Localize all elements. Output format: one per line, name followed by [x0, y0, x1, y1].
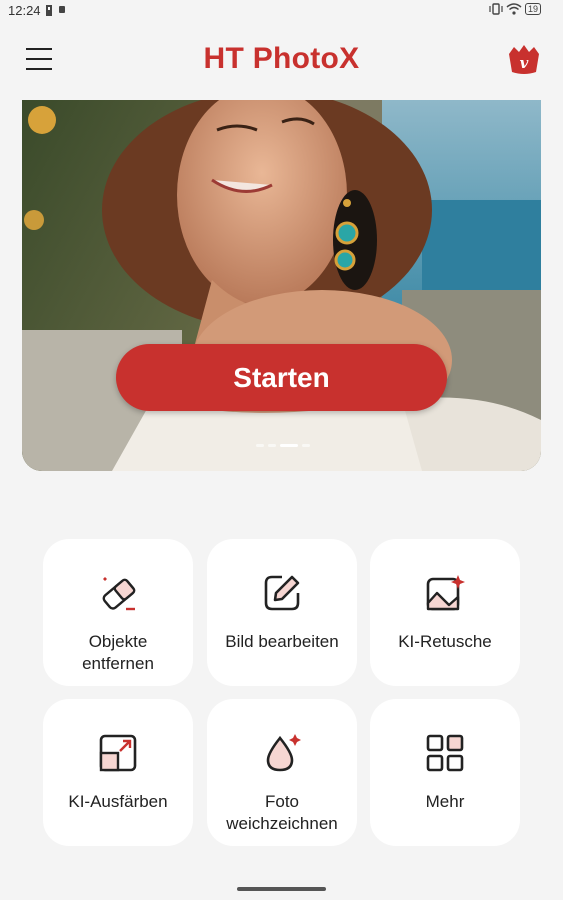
- vip-icon: v: [509, 45, 539, 74]
- status-bar: 12:24 19: [0, 0, 563, 22]
- tool-label: Mehr: [425, 792, 465, 811]
- tool-ai-retouch[interactable]: KI-Retusche: [370, 539, 520, 686]
- tool-label: Foto weichzeichnen: [226, 792, 338, 833]
- tool-ai-colorize[interactable]: KI-Ausfärben: [43, 699, 193, 846]
- tool-label: Objekte entfernen: [82, 632, 154, 673]
- status-right-icons: 19: [489, 3, 541, 16]
- tool-label: KI-Ausfärben: [68, 792, 168, 811]
- status-notification-icons: [46, 4, 68, 22]
- carousel-dot: [302, 444, 310, 447]
- hero-photo: [22, 100, 541, 471]
- start-button[interactable]: Starten: [116, 344, 447, 411]
- vibrate-icon: [489, 3, 503, 15]
- tool-edit-image[interactable]: Bild bearbeiten: [207, 539, 357, 686]
- app-title: HT PhotoX: [203, 42, 360, 75]
- edit-icon: [264, 575, 300, 611]
- hero-banner[interactable]: Starten: [22, 100, 541, 471]
- more-grid-icon: [426, 734, 464, 772]
- app-bar: HT PhotoX v: [0, 38, 563, 84]
- wifi-icon: [506, 3, 522, 15]
- retouch-icon: [426, 575, 465, 611]
- blur-drop-icon: [266, 734, 301, 772]
- status-time: 12:24: [8, 3, 41, 18]
- carousel-dot-active: [280, 444, 298, 447]
- vip-button[interactable]: v: [507, 42, 541, 76]
- carousel-dot: [256, 444, 264, 447]
- tool-label: KI-Retusche: [398, 632, 492, 651]
- eraser-icon: [102, 577, 136, 611]
- tool-label: Bild bearbeiten: [225, 632, 339, 651]
- vip-letter: v: [520, 54, 529, 72]
- carousel-indicator: [256, 444, 314, 448]
- battery-icon: 19: [524, 3, 541, 16]
- carousel-dot: [268, 444, 276, 447]
- tool-more[interactable]: Mehr: [370, 699, 520, 846]
- tool-remove-objects[interactable]: Objekte entfernen: [43, 539, 193, 686]
- tool-blur-photo[interactable]: Foto weichzeichnen: [207, 699, 357, 846]
- colorize-icon: [99, 734, 137, 772]
- home-indicator[interactable]: [237, 887, 326, 891]
